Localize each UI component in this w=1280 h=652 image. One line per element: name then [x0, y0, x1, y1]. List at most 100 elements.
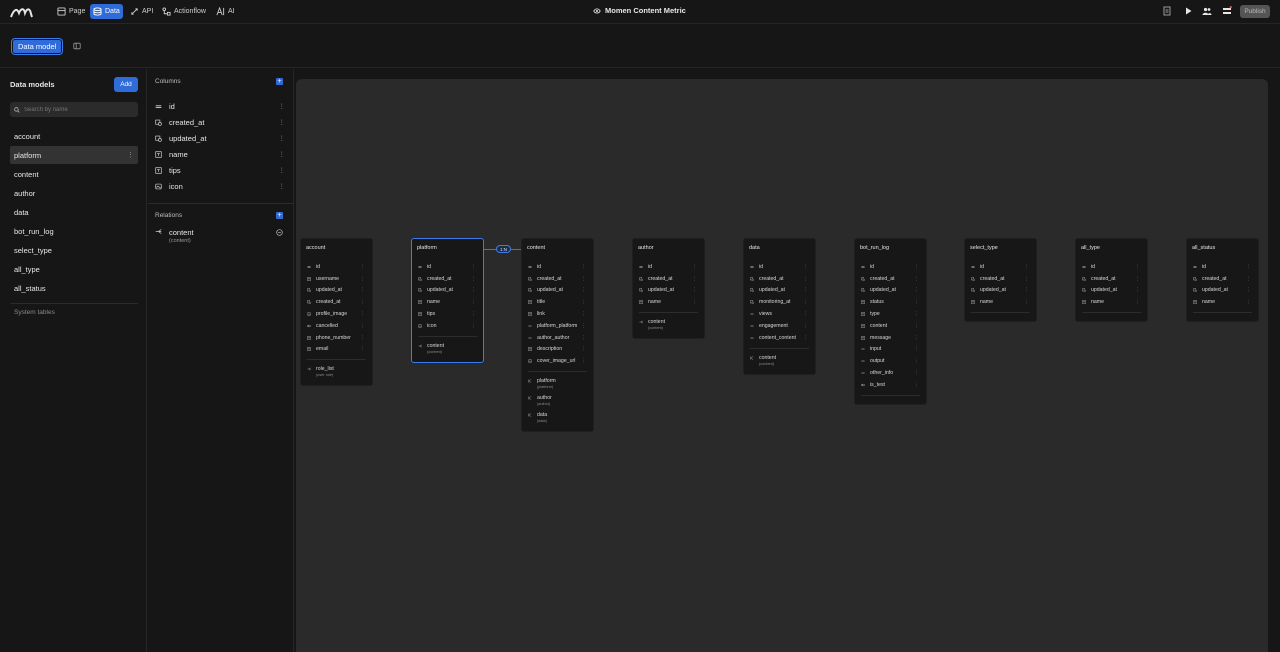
table-card-column[interactable]: updated_at ⋮: [522, 285, 593, 297]
table-card-column[interactable]: updated_at ⋮: [1187, 285, 1258, 297]
more-icon[interactable]: ⋮: [581, 311, 586, 317]
table-card-column[interactable]: title ⋮: [522, 296, 593, 308]
table-card-column[interactable]: name ⋮: [412, 296, 483, 308]
more-icon[interactable]: ⋮: [471, 287, 476, 293]
table-card-column[interactable]: other_info ⋮: [855, 367, 926, 379]
add-relation-button[interactable]: +: [276, 212, 283, 219]
table-card-column[interactable]: monitoring_at ⋮: [744, 296, 815, 308]
more-icon[interactable]: ⋮: [360, 287, 365, 293]
more-icon[interactable]: ⋮: [471, 299, 476, 305]
more-icon[interactable]: ⋮: [914, 311, 919, 317]
more-icon[interactable]: ⋮: [581, 264, 586, 270]
table-card-relation[interactable]: content (content): [744, 349, 815, 366]
table-card-column[interactable]: id ⋮: [522, 261, 593, 273]
table-card-column[interactable]: created_at ⋮: [301, 296, 372, 308]
table-card-relation[interactable]: data (data): [522, 406, 593, 423]
table-card-column[interactable]: profile_image ⋮: [301, 308, 372, 320]
more-icon[interactable]: ⋮: [279, 134, 286, 142]
table-card-column[interactable]: updated_at ⋮: [965, 285, 1036, 297]
more-icon[interactable]: ⋮: [1246, 287, 1251, 293]
table-card-column[interactable]: id ⋮: [412, 261, 483, 273]
more-icon[interactable]: ⋮: [692, 287, 697, 293]
more-icon[interactable]: ⋮: [360, 299, 365, 305]
table-card-column[interactable]: phone_number ⋮: [301, 332, 372, 344]
tab-actionflow[interactable]: Actionflow: [159, 4, 209, 19]
publish-button[interactable]: Publish: [1240, 5, 1270, 18]
model-item-bot-run-log[interactable]: bot_run_log: [10, 223, 138, 241]
table-card-account[interactable]: account id ⋮ username ⋮ updated_at ⋮ created_at…: [300, 238, 373, 387]
more-icon[interactable]: ⋮: [581, 346, 586, 352]
more-icon[interactable]: ⋮: [360, 323, 365, 329]
table-card-content[interactable]: content id ⋮ created_at ⋮ updated_at ⋮ title ⋮ li…: [521, 238, 594, 433]
users-icon[interactable]: [1202, 6, 1212, 16]
document-icon[interactable]: [1162, 6, 1172, 16]
table-card-column[interactable]: content ⋮: [855, 320, 926, 332]
table-card-select-type[interactable]: select_type id ⋮ created_at ⋮ updated_at ⋮ name…: [964, 238, 1037, 323]
add-column-button[interactable]: +: [276, 78, 283, 85]
more-icon[interactable]: ⋮: [914, 323, 919, 329]
table-card-column[interactable]: tips ⋮: [412, 308, 483, 320]
more-icon[interactable]: ⋮: [279, 118, 286, 126]
column-item-id[interactable]: id ⋮: [155, 99, 285, 113]
table-card-column[interactable]: message ⋮: [855, 332, 926, 344]
table-card-column[interactable]: email ⋮: [301, 344, 372, 356]
more-icon[interactable]: ⋮: [581, 287, 586, 293]
more-icon[interactable]: ⋮: [279, 102, 286, 110]
more-icon[interactable]: ⋮: [914, 287, 919, 293]
table-card-column[interactable]: id ⋮: [1187, 261, 1258, 273]
more-icon[interactable]: ⋮: [914, 264, 919, 270]
more-icon[interactable]: ⋮: [803, 311, 808, 317]
table-card-column[interactable]: created_at ⋮: [1187, 273, 1258, 285]
table-card-author[interactable]: author id ⋮ created_at ⋮ updated_at ⋮ name ⋮ cont…: [632, 238, 705, 340]
more-icon[interactable]: ⋮: [279, 166, 286, 174]
more-icon[interactable]: ⋮: [803, 287, 808, 293]
table-card-column[interactable]: created_at ⋮: [522, 273, 593, 285]
tab-data[interactable]: Data: [90, 4, 123, 19]
more-icon[interactable]: ⋮: [803, 323, 808, 329]
more-icon[interactable]: ⋮: [127, 151, 134, 159]
table-card-column[interactable]: id ⋮: [1076, 261, 1147, 273]
model-item-all-type[interactable]: all_type: [10, 261, 138, 279]
table-card-column[interactable]: status ⋮: [855, 296, 926, 308]
more-icon[interactable]: ⋮: [581, 299, 586, 305]
table-card-column[interactable]: input ⋮: [855, 344, 926, 356]
table-card-column[interactable]: created_at ⋮: [1076, 273, 1147, 285]
tab-api[interactable]: API: [127, 4, 156, 19]
table-card-column[interactable]: created_at ⋮: [412, 273, 483, 285]
play-icon[interactable]: [1183, 6, 1193, 16]
table-card-column[interactable]: views ⋮: [744, 308, 815, 320]
more-icon[interactable]: ⋮: [692, 264, 697, 270]
more-icon[interactable]: ⋮: [279, 150, 286, 158]
data-model-button[interactable]: Data model: [10, 38, 64, 55]
more-icon[interactable]: ⋮: [360, 346, 365, 352]
more-icon[interactable]: ⋮: [360, 311, 365, 317]
tab-page[interactable]: Page: [54, 4, 88, 19]
more-icon[interactable]: ⋮: [1246, 299, 1251, 305]
more-icon[interactable]: ⋮: [1135, 287, 1140, 293]
table-card-column[interactable]: updated_at ⋮: [744, 285, 815, 297]
table-card-column[interactable]: author_author ⋮: [522, 332, 593, 344]
more-icon[interactable]: ⋮: [803, 264, 808, 270]
more-icon[interactable]: ⋮: [1135, 299, 1140, 305]
system-tables-link[interactable]: System tables: [14, 309, 55, 316]
table-card-column[interactable]: name ⋮: [1187, 296, 1258, 308]
table-card-column[interactable]: created_at ⋮: [633, 273, 704, 285]
table-card-column[interactable]: is_test ⋮: [855, 379, 926, 391]
table-card-column[interactable]: id ⋮: [744, 261, 815, 273]
more-icon[interactable]: ⋮: [914, 335, 919, 341]
more-icon[interactable]: ⋮: [803, 299, 808, 305]
more-icon[interactable]: ⋮: [1246, 264, 1251, 270]
table-card-column[interactable]: cover_image_url ⋮: [522, 355, 593, 367]
relation-badge[interactable]: 1:N: [496, 245, 511, 253]
momen-logo-icon[interactable]: [10, 5, 36, 19]
more-icon[interactable]: ⋮: [581, 335, 586, 341]
column-item-tips[interactable]: tips ⋮: [155, 163, 285, 177]
table-card-relation[interactable]: content (content): [633, 313, 704, 330]
more-icon[interactable]: ⋮: [471, 323, 476, 329]
more-icon[interactable]: ⋮: [471, 276, 476, 282]
more-icon[interactable]: ⋮: [914, 346, 919, 352]
more-icon[interactable]: ⋮: [803, 276, 808, 282]
table-card-all-type[interactable]: all_type id ⋮ created_at ⋮ updated_at ⋮ name ⋮: [1075, 238, 1148, 323]
relation-item[interactable]: content (content): [155, 228, 285, 244]
table-card-column[interactable]: updated_at ⋮: [855, 285, 926, 297]
